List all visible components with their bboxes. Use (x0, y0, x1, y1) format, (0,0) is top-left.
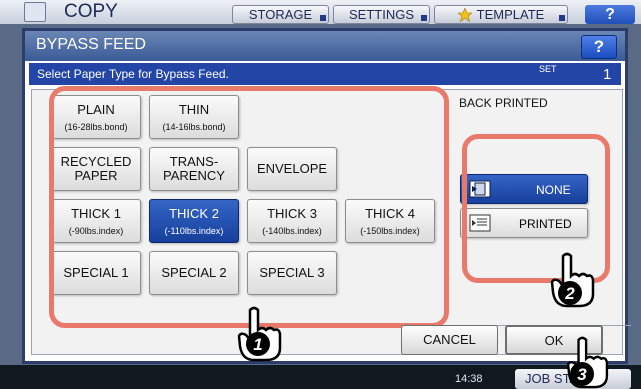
step-badge-2: 2 (558, 281, 582, 305)
top-bar: COPY STORAGE SETTINGS TEMPLATE ? (0, 0, 641, 24)
dialog-help-button[interactable]: ? (581, 35, 617, 59)
star-icon (457, 7, 472, 22)
corner-marker-icon (559, 15, 565, 21)
corner-marker-icon (320, 15, 326, 21)
clock-display: 14:38 (455, 373, 483, 385)
app-title: COPY (64, 1, 118, 22)
storage-button[interactable]: STORAGE (232, 5, 329, 24)
template-label: TEMPLATE (476, 7, 545, 22)
set-label: SET (539, 64, 557, 74)
settings-button[interactable]: SETTINGS (333, 5, 430, 24)
instruction-bar: Select Paper Type for Bypass Feed. SET 1 (29, 63, 621, 85)
set-count: 1 (603, 66, 612, 83)
step-number: 1 (253, 335, 262, 354)
back-printed-title: BACK PRINTED (459, 96, 548, 110)
step-badge-1: 1 (246, 332, 270, 356)
cancel-button[interactable]: CANCEL (401, 325, 498, 355)
dialog-title: BYPASS FEED (36, 36, 146, 53)
dialog-title-bar: BYPASS FEED ? (25, 31, 625, 61)
instruction-text: Select Paper Type for Bypass Feed. (37, 67, 229, 81)
top-help-button[interactable]: ? (585, 5, 635, 24)
corner-marker-icon (421, 15, 427, 21)
step-badge-3: 3 (570, 362, 594, 386)
storage-label: STORAGE (248, 7, 313, 22)
bypass-feed-dialog: BYPASS FEED ? Select Paper Type for Bypa… (22, 28, 631, 364)
step-number: 2 (564, 284, 575, 303)
settings-label: SETTINGS (348, 7, 414, 22)
template-button[interactable]: TEMPLATE (434, 5, 568, 24)
paper-type-highlight (49, 86, 449, 328)
step-number: 3 (577, 365, 587, 384)
copy-mode-icon (24, 2, 46, 22)
